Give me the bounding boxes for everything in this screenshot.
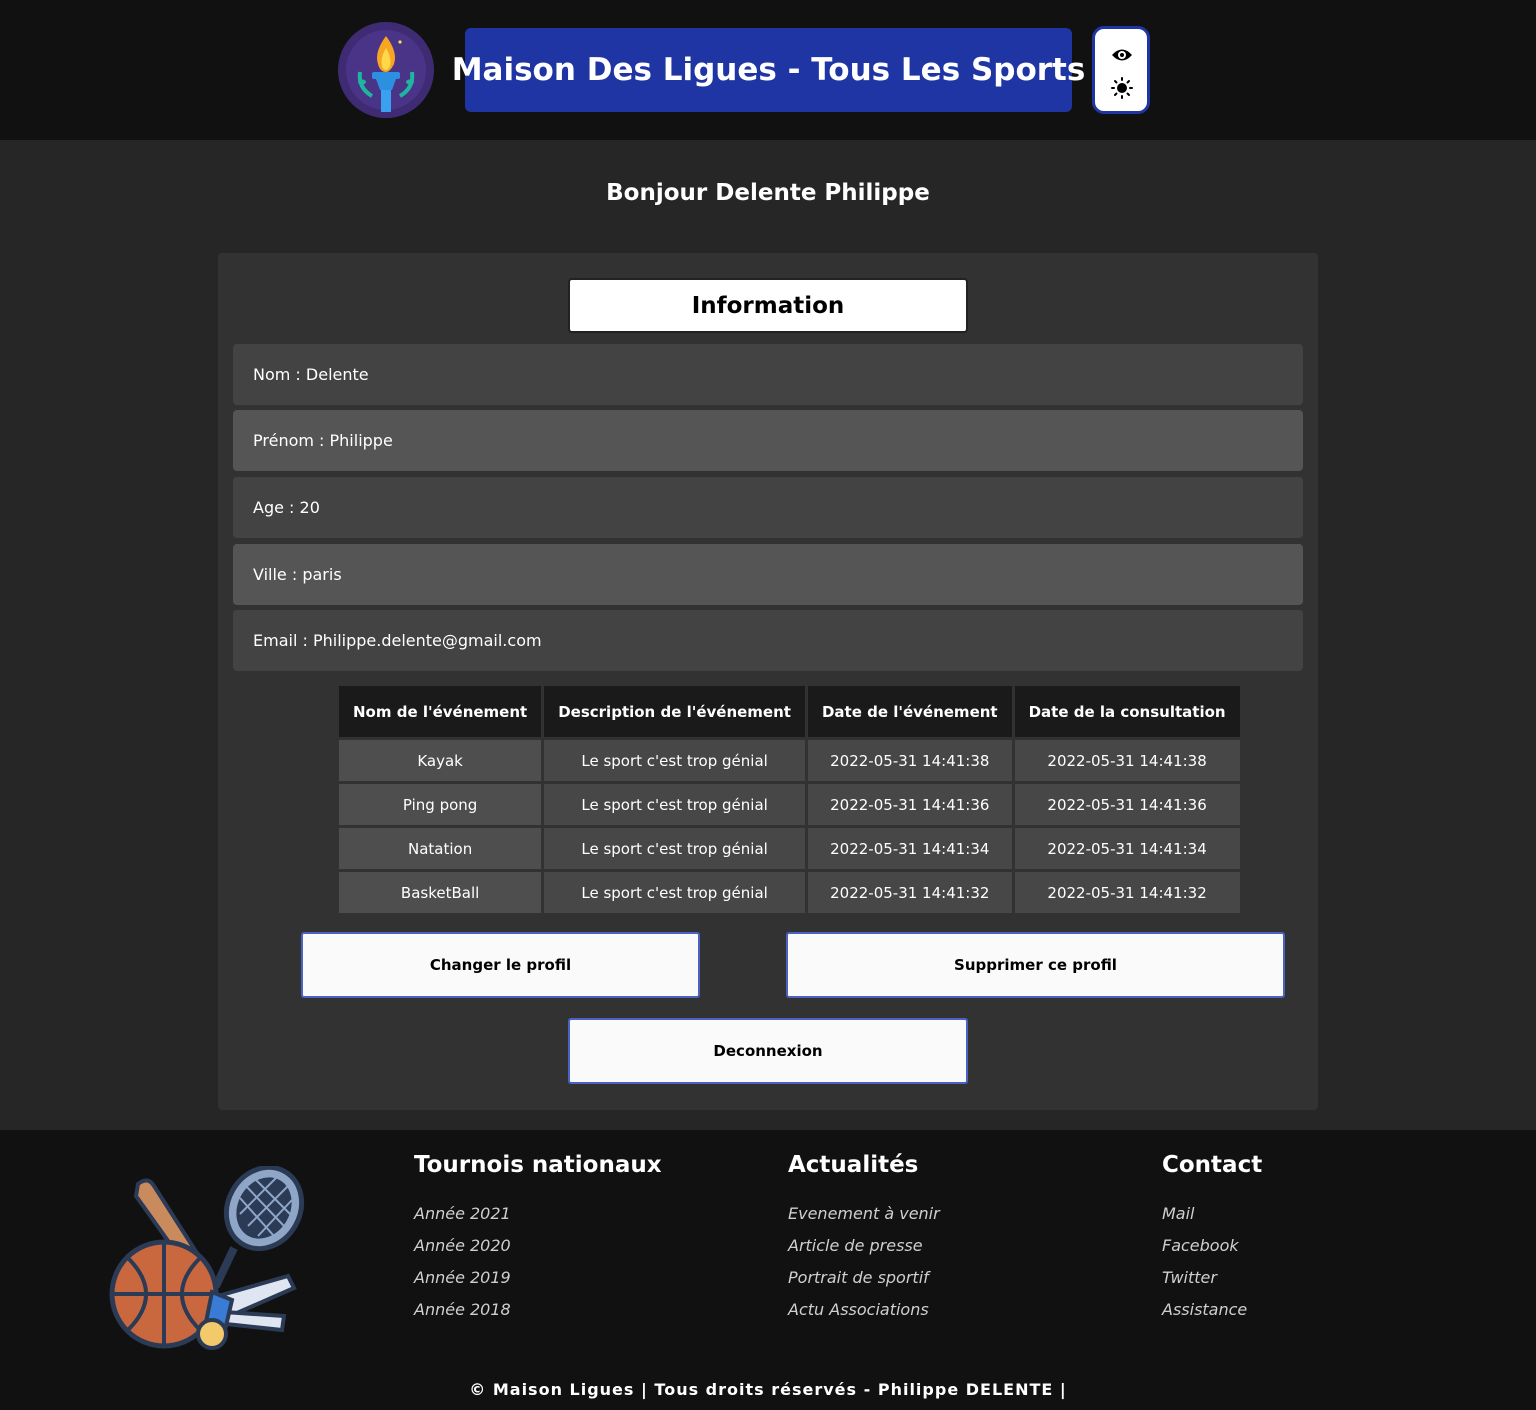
table-row: BasketBall Le sport c'est trop génial 20… bbox=[339, 872, 1240, 913]
footer-link[interactable]: Portrait de sportif bbox=[788, 1268, 940, 1300]
table-cell: 2022-05-31 14:41:34 bbox=[1014, 828, 1240, 869]
table-cell: 2022-05-31 14:41:38 bbox=[1014, 740, 1240, 781]
table-header-row: Nom de l'événement Description de l'évén… bbox=[339, 686, 1240, 737]
footer-column-actualites: Actualités Evenement à venir Article de … bbox=[788, 1152, 940, 1332]
change-profile-button[interactable]: Changer le profil bbox=[301, 932, 700, 998]
site-title-banner[interactable]: Maison Des Ligues - Tous Les Sports bbox=[452, 28, 1085, 112]
table-cell: 2022-05-31 14:41:36 bbox=[1014, 784, 1240, 825]
footer-link[interactable]: Année 2018 bbox=[414, 1300, 662, 1332]
table-cell: 2022-05-31 14:41:32 bbox=[807, 872, 1012, 913]
footer-column-title: Contact bbox=[1162, 1152, 1263, 1178]
field-email: Email : Philippe.delente@gmail.com bbox=[233, 610, 1303, 671]
field-age: Age : 20 bbox=[233, 477, 1303, 538]
table-cell: Le sport c'est trop génial bbox=[544, 740, 805, 781]
column-header: Description de l'événement bbox=[544, 686, 805, 737]
footer-link[interactable]: Année 2019 bbox=[414, 1268, 662, 1300]
footer-link[interactable]: Assistance bbox=[1162, 1300, 1262, 1332]
table-cell: Le sport c'est trop génial bbox=[544, 828, 805, 869]
footer-link[interactable]: Année 2020 bbox=[414, 1236, 662, 1268]
delete-profile-button[interactable]: Supprimer ce profil bbox=[786, 932, 1285, 998]
eye-icon[interactable] bbox=[1111, 47, 1133, 63]
table-cell: Le sport c'est trop génial bbox=[544, 784, 805, 825]
footer-link[interactable]: Article de presse bbox=[788, 1236, 940, 1268]
table-cell: Ping pong bbox=[339, 784, 542, 825]
table-cell: Le sport c'est trop génial bbox=[544, 872, 805, 913]
table-cell: Kayak bbox=[339, 740, 542, 781]
footer-link[interactable]: Twitter bbox=[1162, 1268, 1262, 1300]
table-row: Natation Le sport c'est trop génial 2022… bbox=[339, 828, 1240, 869]
footer-link[interactable]: Année 2021 bbox=[414, 1204, 662, 1236]
table-cell: Natation bbox=[339, 828, 542, 869]
sun-icon[interactable] bbox=[1111, 77, 1133, 99]
information-title: Information bbox=[568, 278, 968, 333]
footer-column-title: Actualités bbox=[788, 1152, 919, 1178]
field-nom: Nom : Delente bbox=[233, 344, 1303, 405]
profile-card: Information Nom : Delente Prénom : Phili… bbox=[218, 253, 1318, 1110]
footer-column-contact: Contact Mail Facebook Twitter Assistance bbox=[1162, 1152, 1262, 1332]
logout-button[interactable]: Deconnexion bbox=[568, 1018, 968, 1084]
table-cell: 2022-05-31 14:41:38 bbox=[807, 740, 1012, 781]
column-header: Date de la consultation bbox=[1014, 686, 1240, 737]
table-cell: BasketBall bbox=[339, 872, 542, 913]
field-ville: Ville : paris bbox=[233, 544, 1303, 605]
footer-link[interactable]: Actu Associations bbox=[788, 1300, 940, 1332]
table-row: Ping pong Le sport c'est trop génial 202… bbox=[339, 784, 1240, 825]
column-header: Date de l'événement bbox=[807, 686, 1012, 737]
footer-column-title: Tournois nationaux bbox=[414, 1152, 662, 1178]
header: Maison Des Ligues - Tous Les Sports bbox=[0, 0, 1536, 140]
sports-equipment-icon bbox=[109, 1166, 305, 1350]
table-row: Kayak Le sport c'est trop génial 2022-05… bbox=[339, 740, 1240, 781]
footer-link[interactable]: Mail bbox=[1162, 1204, 1262, 1236]
events-table: Nom de l'événement Description de l'évén… bbox=[336, 683, 1243, 916]
greeting: Bonjour Delente Philippe bbox=[606, 180, 930, 206]
footer-link[interactable]: Facebook bbox=[1162, 1236, 1262, 1268]
field-prenom: Prénom : Philippe bbox=[233, 410, 1303, 471]
torch-icon[interactable] bbox=[338, 22, 434, 118]
display-toggle[interactable] bbox=[1092, 26, 1150, 114]
table-cell: 2022-05-31 14:41:36 bbox=[807, 784, 1012, 825]
table-cell: 2022-05-31 14:41:32 bbox=[1014, 872, 1240, 913]
footer-link[interactable]: Evenement à venir bbox=[788, 1204, 940, 1236]
column-header: Nom de l'événement bbox=[339, 686, 542, 737]
footer-column-tournois: Tournois nationaux Année 2021 Année 2020… bbox=[414, 1152, 662, 1332]
site-title: Maison Des Ligues - Tous Les Sports bbox=[451, 52, 1086, 88]
footer: Tournois nationaux Année 2021 Année 2020… bbox=[0, 1130, 1536, 1410]
copyright: © Maison Ligues | Tous droits réservés -… bbox=[469, 1380, 1067, 1399]
table-cell: 2022-05-31 14:41:34 bbox=[807, 828, 1012, 869]
